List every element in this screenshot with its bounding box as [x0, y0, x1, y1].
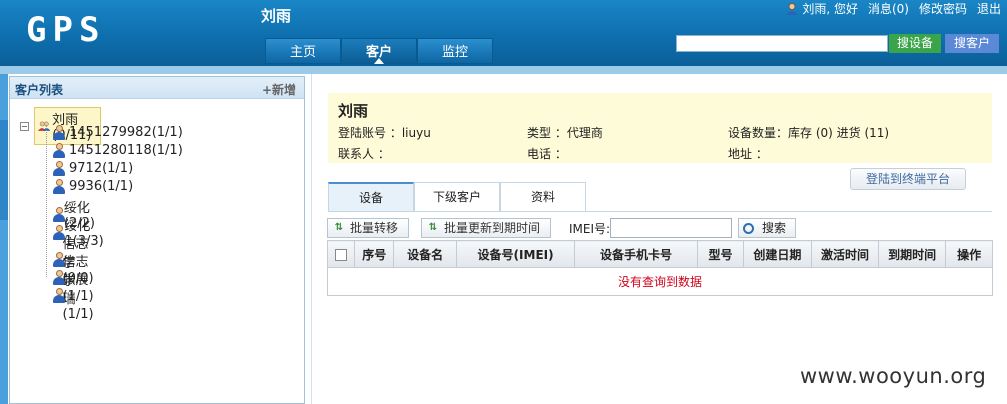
header-search-input[interactable] — [676, 35, 888, 52]
col-header[interactable]: 型号 — [697, 240, 744, 268]
header-username: 刘雨 — [261, 7, 292, 25]
batch-transfer-button[interactable]: ⇅ 批量转移 — [327, 218, 409, 238]
tree-item-customer[interactable]: 张展瑞(1/1) — [52, 269, 100, 322]
contact-person: 联系人 ： — [338, 147, 390, 161]
customer-name: 刘雨 — [338, 102, 369, 120]
panel-divider — [311, 74, 312, 404]
imei-label: IMEI号: — [569, 222, 611, 236]
login-terminal-button[interactable]: 登陆到终端平台 — [850, 168, 966, 190]
messages-link[interactable]: 消息(0) — [868, 0, 909, 17]
login-account: 登陆账号 ：liuyu — [338, 126, 431, 140]
search-icon — [743, 222, 754, 234]
tree-item-customer[interactable]: 9712(1/1) — [52, 161, 133, 176]
search-device-button[interactable]: 搜设备 — [889, 34, 941, 53]
group-users-icon — [37, 121, 51, 131]
select-all-checkbox[interactable] — [335, 248, 348, 261]
address: 地址 ： — [728, 147, 768, 161]
search-button[interactable]: 搜索 — [738, 218, 796, 238]
top-links: 刘雨, 您好 消息(0) 修改密码 退出 — [785, 0, 1001, 17]
nav-tab-customer[interactable]: 客户 — [341, 38, 417, 64]
user-icon — [52, 125, 66, 140]
search-customer-button[interactable]: 搜客户 — [945, 34, 999, 53]
col-header[interactable]: 到期时间 — [878, 240, 947, 268]
tabs-underline — [328, 211, 992, 212]
col-header[interactable]: 设备名 — [393, 240, 458, 268]
up-down-arrows-icon: ⇅ — [334, 222, 344, 233]
watermark: www.wooyun.org — [800, 364, 987, 388]
col-header[interactable]: 序号 — [354, 240, 395, 268]
main-nav: 主页 客户 监控 — [265, 38, 493, 64]
detail-tabs: 设备 下级客户 资料 — [328, 182, 586, 211]
table-header-row: 序号 设备名 设备号(IMEI) 设备手机卡号 型号 创建日期 激活时间 到期时… — [326, 240, 993, 268]
user-icon — [52, 161, 66, 176]
tab-sub-customers[interactable]: 下级客户 — [414, 182, 500, 211]
customer-info-box: 刘雨 登陆账号 ：liuyu 类型 ：代理商 设备数量：库存 (0) 进货 (1… — [328, 93, 992, 163]
change-password-link[interactable]: 修改密码 — [919, 0, 967, 17]
phone: 电话 ： — [527, 147, 567, 161]
col-header[interactable]: 设备号(IMEI) — [456, 240, 576, 268]
tree-item-customer[interactable]: 9936(1/1) — [52, 179, 133, 194]
customer-list-header: 客户列表 +新增 — [10, 77, 304, 99]
header-subbar — [0, 66, 1007, 74]
imei-input[interactable] — [610, 218, 732, 238]
add-customer-button[interactable]: +新增 — [262, 81, 296, 98]
nav-tab-home[interactable]: 主页 — [265, 38, 341, 64]
logo: GPS — [26, 10, 106, 50]
tab-profile[interactable]: 资料 — [500, 182, 586, 211]
col-header[interactable]: 操作 — [945, 240, 993, 268]
customer-type: 类型 ：代理商 — [527, 126, 603, 140]
batch-update-expiry-button[interactable]: ⇅ 批量更新到期时间 — [421, 218, 551, 238]
tree-item-customer[interactable]: 1451280118(1/1) — [52, 143, 183, 158]
collapse-handle-grip[interactable] — [0, 120, 8, 220]
user-icon — [785, 2, 799, 15]
empty-row: 没有查询到数据 — [327, 267, 993, 296]
active-caret-icon — [374, 58, 384, 64]
col-header[interactable]: 设备手机卡号 — [574, 240, 699, 268]
user-greeting: 刘雨, 您好 — [785, 0, 858, 17]
tree-item-customer[interactable]: 1451279982(1/1) — [52, 125, 183, 140]
up-down-arrows-icon: ⇅ — [428, 222, 438, 233]
col-header[interactable]: 激活时间 — [810, 240, 880, 268]
select-all-header[interactable] — [326, 240, 356, 268]
customer-list-panel: 客户列表 +新增 − 刘雨(0/11) 1451279982(1/1) 1451… — [9, 76, 305, 404]
tree-connector — [46, 125, 47, 277]
top-header: GPS 刘雨 刘雨, 您好 消息(0) 修改密码 退出 主页 客户 监控 搜设备… — [0, 0, 1007, 66]
nav-tab-monitor[interactable]: 监控 — [417, 38, 493, 64]
user-icon — [52, 143, 66, 158]
device-table: 序号 设备名 设备号(IMEI) 设备手机卡号 型号 创建日期 激活时间 到期时… — [326, 240, 993, 296]
collapse-minus-icon[interactable]: − — [20, 121, 29, 131]
empty-message: 没有查询到数据 — [327, 267, 993, 296]
col-header[interactable]: 创建日期 — [742, 240, 812, 268]
logout-link[interactable]: 退出 — [977, 0, 1001, 17]
user-icon — [52, 179, 66, 194]
tab-devices[interactable]: 设备 — [328, 182, 414, 211]
device-count: 设备数量：库存 (0) 进货 (11) — [728, 126, 890, 140]
customer-list-title: 客户列表 — [15, 83, 64, 97]
user-icon — [52, 288, 65, 303]
